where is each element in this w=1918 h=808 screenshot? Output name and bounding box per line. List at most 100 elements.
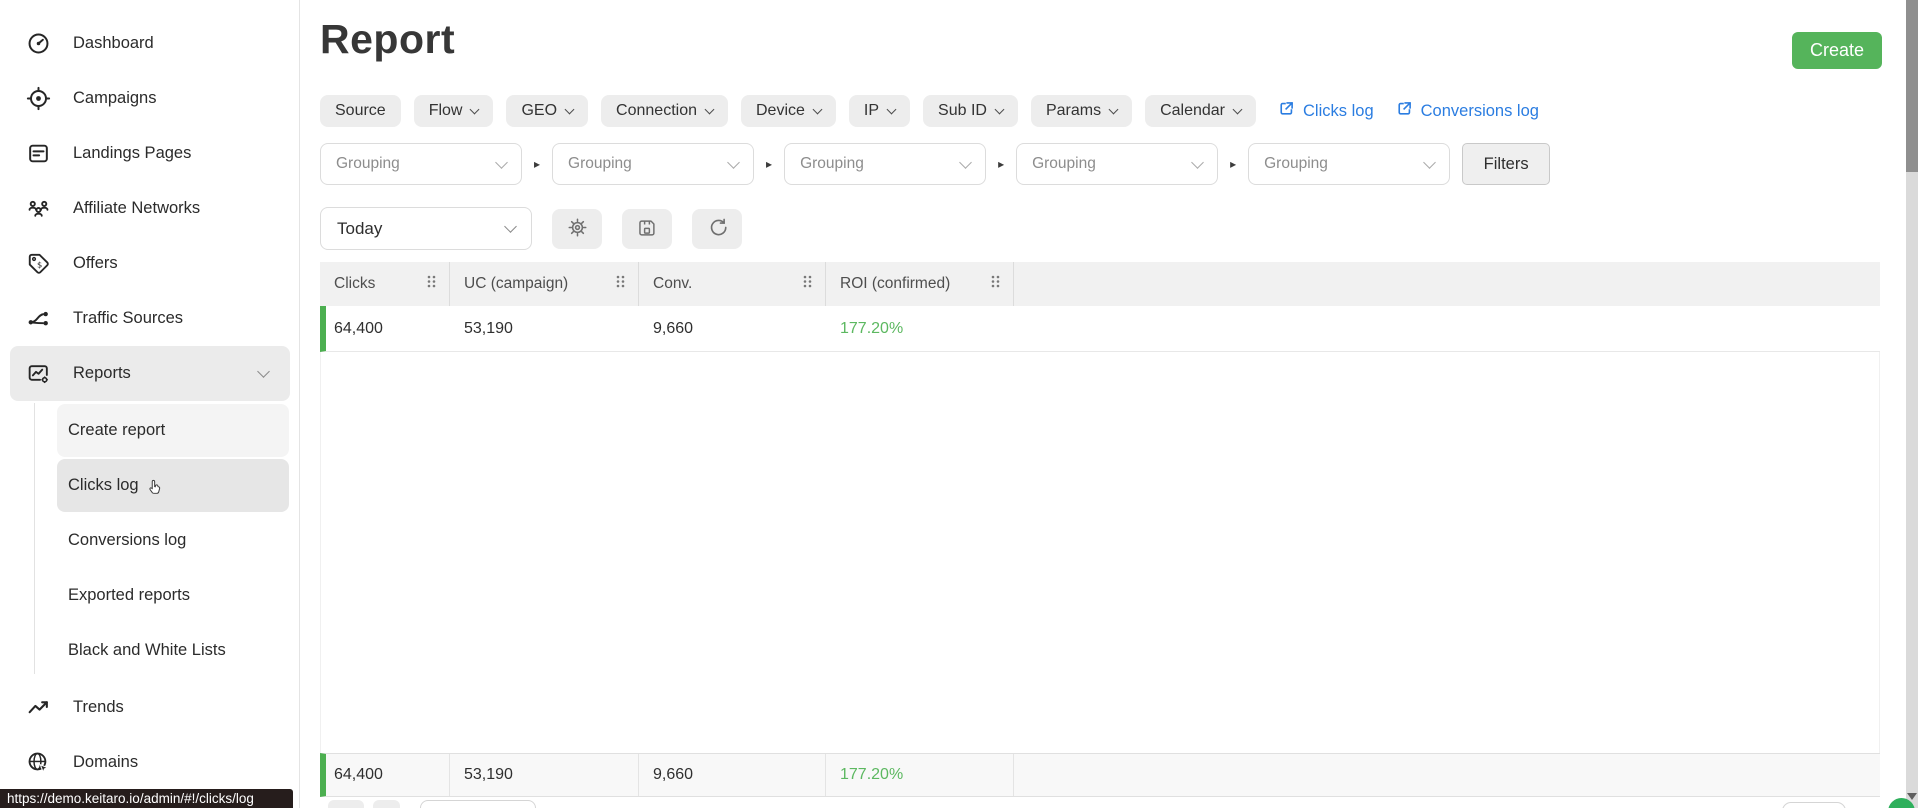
clicks-log-link[interactable]: Clicks log <box>1278 100 1374 122</box>
grouping-select-4[interactable]: Grouping <box>1016 143 1219 185</box>
save-icon <box>636 217 658 242</box>
svg-text:$: $ <box>37 259 42 269</box>
chip-label: Calendar <box>1160 102 1226 119</box>
date-range-select[interactable]: Today <box>320 207 532 250</box>
chevron-down-icon <box>704 104 715 115</box>
landing-pages-icon <box>25 141 51 167</box>
sidebar-item-label: Reports <box>73 364 131 382</box>
sidebar-item-reports[interactable]: Reports <box>10 346 290 401</box>
toolbar-row: Today <box>320 207 742 250</box>
refresh-button[interactable] <box>692 209 742 249</box>
sidebar-item-label: Dashboard <box>73 34 154 52</box>
scrollbar-thumb[interactable] <box>1906 0 1918 172</box>
sub-item-label: Black and White Lists <box>68 641 226 659</box>
pagination-right-control[interactable] <box>1782 802 1846 808</box>
drag-handle-icon[interactable] <box>802 274 813 294</box>
vertical-scrollbar[interactable] <box>1906 0 1918 808</box>
column-header-roi-confirmed[interactable]: ROI (confirmed) <box>826 262 1014 306</box>
grouping-select-2[interactable]: Grouping <box>552 143 755 185</box>
column-header-filler <box>1014 262 1880 306</box>
sidebar-item-campaigns[interactable]: Campaigns <box>0 71 299 126</box>
filter-chip-geo[interactable]: GEO <box>506 95 589 127</box>
filter-chip-params[interactable]: Params <box>1030 95 1133 127</box>
cell-uc-campaign: 53,190 <box>464 319 513 337</box>
create-button[interactable]: Create <box>1792 32 1882 69</box>
footer-cell-conv: 9,660 <box>639 754 826 796</box>
drag-handle-icon[interactable] <box>615 274 626 294</box>
footer-filler <box>1014 754 1880 796</box>
sidebar-item-domains[interactable]: Domains <box>0 735 299 790</box>
main-content: Report Create Source Flow GEO Connection… <box>301 0 1906 808</box>
chevron-down-icon <box>257 365 270 378</box>
link-label: Clicks log <box>1303 101 1374 120</box>
settings-button[interactable] <box>552 209 602 249</box>
reports-icon <box>25 361 51 387</box>
sidebar-item-affiliate-networks[interactable]: Affiliate Networks <box>0 181 299 236</box>
grouping-select-1[interactable]: Grouping <box>320 143 522 185</box>
chip-label: Flow <box>428 102 463 119</box>
pagination-next-button[interactable] <box>373 800 400 808</box>
conversions-log-link[interactable]: Conversions log <box>1396 100 1539 122</box>
pagination-bar <box>328 800 536 808</box>
reports-submenu: Create report Clicks log Conversions log… <box>0 401 299 680</box>
grouping-placeholder: Grouping <box>1032 155 1096 172</box>
cell-roi-confirmed: 177.20% <box>840 319 904 337</box>
drag-handle-icon[interactable] <box>426 274 437 294</box>
chevron-down-icon <box>727 155 740 169</box>
drag-handle-icon[interactable] <box>990 274 1001 294</box>
table-row[interactable]: 64,400 53,190 9,660 177.20% <box>320 306 1880 352</box>
sub-item-label: Exported reports <box>68 586 190 604</box>
column-label: Clicks <box>334 275 376 292</box>
sidebar-item-clicks-log[interactable]: Clicks log <box>57 459 289 512</box>
grouping-placeholder: Grouping <box>336 155 400 172</box>
grouping-select-5[interactable]: Grouping <box>1248 143 1451 185</box>
sidebar-item-black-white-lists[interactable]: Black and White Lists <box>57 624 289 677</box>
chevron-down-icon <box>994 104 1005 115</box>
filter-chip-source[interactable]: Source <box>320 95 401 127</box>
filter-chip-connection[interactable]: Connection <box>601 95 728 127</box>
sidebar-item-conversions-log[interactable]: Conversions log <box>57 514 289 567</box>
sidebar-item-traffic-sources[interactable]: Traffic Sources <box>0 291 299 346</box>
grouping-placeholder: Grouping <box>1264 155 1328 172</box>
chevron-down-icon <box>495 155 508 169</box>
rows-per-page-select[interactable] <box>420 800 536 808</box>
filter-chip-calendar[interactable]: Calendar <box>1145 95 1257 127</box>
filter-chip-device[interactable]: Device <box>741 95 836 127</box>
sidebar-item-dashboard[interactable]: Dashboard <box>0 16 299 71</box>
pagination-prev-button[interactable] <box>328 800 364 808</box>
column-label: UC (campaign) <box>464 275 569 292</box>
sidebar-item-label: Landings Pages <box>73 144 192 162</box>
chevron-down-icon <box>1423 155 1436 169</box>
chip-label: Sub ID <box>938 102 987 119</box>
sidebar-item-offers[interactable]: $ Offers <box>0 236 299 291</box>
chevron-down-icon <box>470 104 480 115</box>
chip-label: Device <box>756 102 805 119</box>
column-label: ROI (confirmed) <box>840 275 951 292</box>
column-label: Conv. <box>653 275 693 292</box>
table-header-row: Clicks UC (campaign) Conv. ROI (confirme… <box>320 262 1880 306</box>
sidebar-item-trends[interactable]: Trends <box>0 680 299 735</box>
filter-chip-flow[interactable]: Flow <box>413 95 494 127</box>
column-header-clicks[interactable]: Clicks <box>320 262 450 306</box>
cell-conv: 9,660 <box>653 319 694 337</box>
chip-label: GEO <box>521 102 558 119</box>
save-report-button[interactable] <box>622 209 672 249</box>
status-url-bar: https://demo.keitaro.io/admin/#!/clicks/… <box>0 789 293 808</box>
footer-cell-uc-campaign: 53,190 <box>450 754 639 796</box>
page-title: Report <box>320 16 456 62</box>
chevron-down-icon <box>886 104 897 115</box>
sidebar-item-landing-pages[interactable]: Landings Pages <box>0 126 299 181</box>
filter-chip-sub-id[interactable]: Sub ID <box>923 95 1018 127</box>
hand-cursor-icon <box>147 478 164 503</box>
filter-chip-ip[interactable]: IP <box>848 95 911 127</box>
footer-cell-clicks: 64,400 <box>326 754 450 796</box>
sidebar-item-exported-reports[interactable]: Exported reports <box>57 569 289 622</box>
filters-button[interactable]: Filters <box>1462 143 1551 185</box>
column-header-conv[interactable]: Conv. <box>639 262 826 306</box>
sidebar-item-create-report[interactable]: Create report <box>57 404 289 457</box>
sidebar-item-label: Offers <box>73 254 118 272</box>
scrollbar-down-arrow-icon[interactable] <box>1907 793 1917 800</box>
footer-cell-roi-confirmed: 177.20% <box>826 754 1014 796</box>
grouping-select-3[interactable]: Grouping <box>784 143 987 185</box>
column-header-uc-campaign[interactable]: UC (campaign) <box>450 262 639 306</box>
